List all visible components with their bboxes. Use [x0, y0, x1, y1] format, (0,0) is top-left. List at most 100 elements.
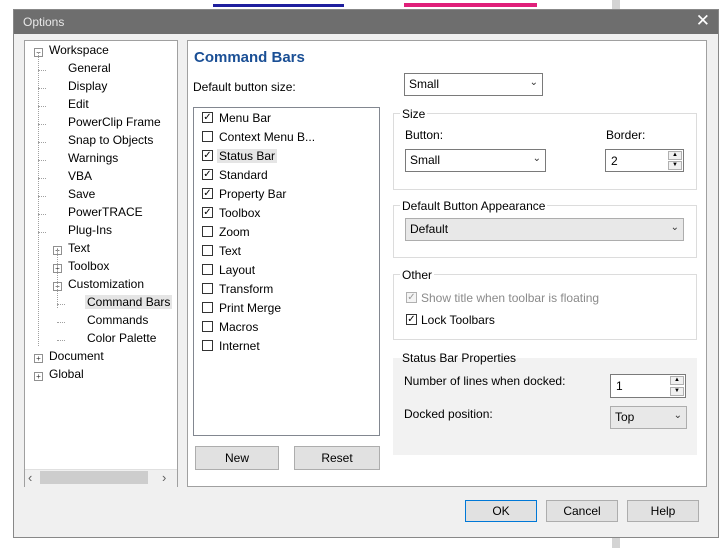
tree-connector	[38, 178, 46, 179]
docked-position-label: Docked position:	[404, 407, 493, 421]
size-group-title: Size	[400, 107, 428, 121]
tree-connector	[38, 196, 46, 197]
command-bar-item[interactable]: Transform	[219, 282, 273, 296]
default-button-size-label: Default button size:	[193, 80, 296, 94]
border-stepper[interactable]: 2 ▲ ▼	[605, 149, 684, 172]
command-bar-item[interactable]: Property Bar	[219, 187, 286, 201]
command-bar-checkbox[interactable]: ✓	[202, 169, 213, 180]
tree-item[interactable]: Plug-Ins	[68, 223, 112, 237]
button-size-select[interactable]: Small ⌄	[405, 149, 546, 172]
tree-item[interactable]: Workspace	[49, 43, 109, 57]
tree-item[interactable]: VBA	[68, 169, 92, 183]
tree-connector	[38, 88, 46, 89]
show-title-checkbox[interactable]: ✓	[406, 292, 417, 303]
tree-item[interactable]: Customization	[68, 277, 144, 291]
tree-item[interactable]: Display	[68, 79, 107, 93]
expand-icon[interactable]: +	[34, 354, 43, 363]
command-bar-item[interactable]: Layout	[219, 263, 255, 277]
command-bar-item[interactable]: Standard	[219, 168, 268, 182]
help-button[interactable]: Help	[627, 500, 699, 522]
select-value: Small	[409, 77, 440, 91]
tree-item[interactable]: PowerClip Frame	[68, 115, 161, 129]
command-bar-checkbox[interactable]: ✓	[202, 112, 213, 123]
button-size-label: Button:	[405, 128, 444, 142]
title-bar: Options ✕	[14, 10, 718, 34]
background-accent-pink	[404, 3, 537, 7]
docked-position-select[interactable]: Top ⌄	[610, 406, 687, 429]
border-label: Border:	[606, 128, 646, 142]
command-bar-checkbox[interactable]: ✓	[202, 150, 213, 161]
status-group-title: Status Bar Properties	[402, 351, 517, 365]
command-bar-item[interactable]: Macros	[219, 320, 258, 334]
tree-guide-line	[57, 250, 58, 308]
chevron-down-icon: ⌄	[532, 153, 541, 164]
default-button-size-select[interactable]: Small ⌄	[404, 73, 543, 96]
chevron-down-icon: ⌄	[529, 77, 538, 88]
command-bar-item[interactable]: Status Bar	[217, 149, 278, 163]
new-button[interactable]: New	[195, 446, 279, 470]
tree-item[interactable]: General	[68, 61, 111, 75]
scrollbar-thumb[interactable]	[40, 471, 148, 484]
tree-item[interactable]: Text	[68, 241, 90, 255]
tree-item[interactable]: Command Bars	[85, 295, 173, 309]
command-bar-checkbox[interactable]	[202, 283, 213, 294]
tree-connector	[57, 304, 65, 305]
tree-item[interactable]: Global	[49, 367, 84, 381]
spin-up-icon[interactable]: ▲	[670, 376, 684, 385]
tree-connector	[38, 232, 46, 233]
command-bar-checkbox[interactable]: ✓	[202, 188, 213, 199]
command-bar-checkbox[interactable]	[202, 226, 213, 237]
close-icon[interactable]: ✕	[696, 11, 710, 31]
command-bar-checkbox[interactable]	[202, 131, 213, 142]
reset-button[interactable]: Reset	[294, 446, 380, 470]
spin-up-icon[interactable]: ▲	[668, 151, 682, 160]
command-bar-checkbox[interactable]	[202, 245, 213, 256]
tree-connector	[57, 322, 65, 323]
tree-connector	[38, 106, 46, 107]
other-group-title: Other	[400, 268, 435, 282]
command-bar-checkbox[interactable]	[202, 340, 213, 351]
command-bar-item[interactable]: Toolbox	[219, 206, 260, 220]
command-bar-item[interactable]: Print Merge	[219, 301, 281, 315]
ok-button[interactable]: OK	[465, 500, 537, 522]
lines-docked-value: 1	[616, 379, 623, 393]
spin-down-icon[interactable]: ▼	[668, 161, 682, 170]
tree-item[interactable]: Snap to Objects	[68, 133, 153, 147]
spin-down-icon[interactable]: ▼	[670, 387, 684, 396]
cancel-button[interactable]: Cancel	[546, 500, 618, 522]
button-appearance-select[interactable]: Default ⌄	[405, 218, 684, 241]
other-group	[393, 274, 697, 340]
chevron-down-icon: ⌄	[670, 222, 679, 233]
appearance-group-title: Default Button Appearance	[400, 199, 548, 213]
tree-item[interactable]: Commands	[87, 313, 148, 327]
lock-toolbars-checkbox[interactable]: ✓	[406, 314, 417, 325]
command-bar-checkbox[interactable]	[202, 264, 213, 275]
tree-item[interactable]: Save	[68, 187, 95, 201]
command-bar-checkbox[interactable]	[202, 321, 213, 332]
tree-item[interactable]: Toolbox	[68, 259, 109, 273]
command-bar-checkbox[interactable]	[202, 302, 213, 313]
tree-item[interactable]: Color Palette	[87, 331, 156, 345]
tree-connector	[38, 70, 46, 71]
scroll-left-icon[interactable]: ‹	[28, 470, 32, 485]
command-bar-item[interactable]: Internet	[219, 339, 260, 353]
select-value: Small	[410, 153, 441, 167]
tree-item[interactable]: Warnings	[68, 151, 118, 165]
command-bar-checkbox[interactable]: ✓	[202, 207, 213, 218]
window-title: Options	[23, 15, 65, 29]
border-value: 2	[611, 154, 618, 168]
scroll-right-icon[interactable]: ›	[162, 470, 166, 485]
select-value: Default	[410, 222, 449, 236]
lines-docked-stepper[interactable]: 1 ▲ ▼	[610, 374, 686, 398]
command-bar-item[interactable]: Context Menu B...	[219, 130, 315, 144]
tree-connector	[38, 142, 46, 143]
select-value: Top	[615, 410, 635, 424]
command-bar-item[interactable]: Menu Bar	[219, 111, 271, 125]
tree-item[interactable]: PowerTRACE	[68, 205, 143, 219]
command-bar-item[interactable]: Zoom	[219, 225, 250, 239]
tree-guide-line	[38, 52, 39, 346]
command-bar-item[interactable]: Text	[219, 244, 241, 258]
expand-icon[interactable]: +	[34, 372, 43, 381]
tree-item[interactable]: Edit	[68, 97, 89, 111]
tree-item[interactable]: Document	[49, 349, 104, 363]
